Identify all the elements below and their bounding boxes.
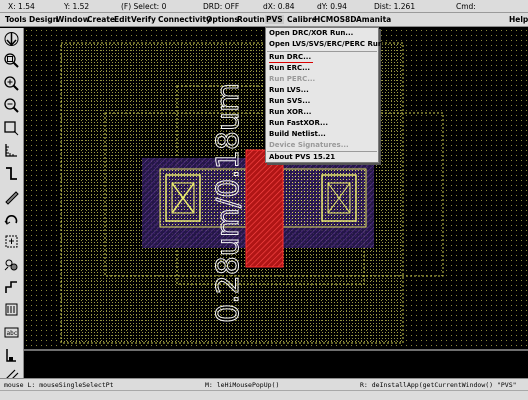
menu-item-run-svs[interactable]: Run SVS... — [269, 97, 310, 105]
menu-item-run-erc[interactable]: Run ERC... — [269, 64, 310, 72]
y-coordinate: Y: 1.52 — [64, 2, 90, 11]
drc-highlight-underline — [269, 62, 313, 63]
command-label: Cmd: — [456, 2, 476, 11]
pin-icon[interactable] — [2, 232, 21, 251]
dx-value: dX: 0.84 — [263, 2, 295, 11]
menu-tools[interactable]: Tools — [4, 15, 27, 24]
menu-amanita[interactable]: Amanita — [355, 15, 392, 24]
rectangle-icon[interactable] — [2, 118, 21, 137]
window-icon[interactable] — [2, 346, 21, 365]
menu-pvs[interactable]: PVS — [265, 15, 284, 24]
menu-options[interactable]: Options — [205, 15, 240, 24]
mouse-left-binding: mouse L: mouseSingleSelectPt — [4, 381, 114, 389]
zoom-in-icon[interactable] — [2, 74, 21, 93]
menu-item-run-fastxor[interactable]: Run FastXOR... — [269, 119, 328, 127]
select-count: (F) Select: 0 — [121, 2, 167, 11]
menu-create[interactable]: Create — [86, 15, 116, 24]
via-icon[interactable] — [2, 300, 21, 319]
menu-item-run-perc: Run PERC... — [269, 75, 316, 83]
command-line[interactable] — [0, 390, 528, 400]
mouse-middle-binding: M: leHiMousePopUp() — [205, 381, 280, 389]
down-arrow-icon[interactable] — [2, 30, 21, 49]
poly-gate — [245, 149, 284, 268]
mouse-bindings-bar: mouse L: mouseSingleSelectPt M: leHiMous… — [0, 378, 528, 390]
undo-icon[interactable] — [2, 210, 21, 229]
dy-value: dY: 0.94 — [317, 2, 347, 11]
menu-item-open-lvs[interactable]: Open LVS/SVS/ERC/PERC Run... — [269, 40, 391, 48]
menu-edit[interactable]: Edit — [113, 15, 132, 24]
svg-text:abc: abc — [7, 330, 18, 337]
menu-item-about-pvs[interactable]: About PVS 15.21 — [269, 153, 335, 161]
menu-item-run-lvs[interactable]: Run LVS... — [269, 86, 309, 94]
pvs-dropdown-menu: Open DRC/XOR Run... Open LVS/SVS/ERC/PER… — [265, 27, 391, 163]
menu-separator — [267, 51, 377, 52]
drd-status: DRD: OFF — [203, 2, 240, 11]
menu-item-build-netlist[interactable]: Build Netlist... — [269, 130, 326, 138]
menu-item-run-drc[interactable]: Run DRC... — [269, 53, 311, 61]
path-icon[interactable] — [2, 164, 21, 183]
left-toolbar: abc — [0, 28, 24, 384]
menu-separator — [267, 151, 377, 152]
menu-item-device-signatures: Device Signatures... — [269, 141, 349, 149]
menu-help[interactable]: Help — [508, 15, 528, 24]
menu-item-run-xor[interactable]: Run XOR... — [269, 108, 311, 116]
zoom-fit-icon[interactable] — [2, 51, 21, 70]
menu-hcmos8d[interactable]: HCMOS8D — [313, 15, 357, 24]
gate-dimension-label: 0.28um/0.18um — [211, 83, 246, 323]
status-bar: X: 1.54 Y: 1.52 (F) Select: 0 DRD: OFF d… — [0, 0, 528, 13]
ruler-icon[interactable] — [2, 141, 21, 160]
instance-icon[interactable] — [2, 255, 21, 274]
step-icon[interactable] — [2, 278, 21, 297]
menu-verify[interactable]: Verify — [130, 15, 157, 24]
menu-bar: Tools Design Window Create Edit Verify C… — [0, 13, 528, 27]
x-coordinate: X: 1.54 — [8, 2, 35, 11]
zoom-out-icon[interactable] — [2, 96, 21, 115]
label-icon[interactable]: abc — [2, 323, 21, 342]
distance-value: Dist: 1.261 — [374, 2, 416, 11]
menu-connectivity[interactable]: Connectivity — [157, 15, 212, 24]
mouse-right-binding: R: deInstallApp(getCurrentWindow() "PVS" — [360, 381, 517, 389]
menu-item-open-drc-xor[interactable]: Open DRC/XOR Run... — [269, 29, 353, 37]
pencil-icon[interactable] — [2, 187, 21, 206]
